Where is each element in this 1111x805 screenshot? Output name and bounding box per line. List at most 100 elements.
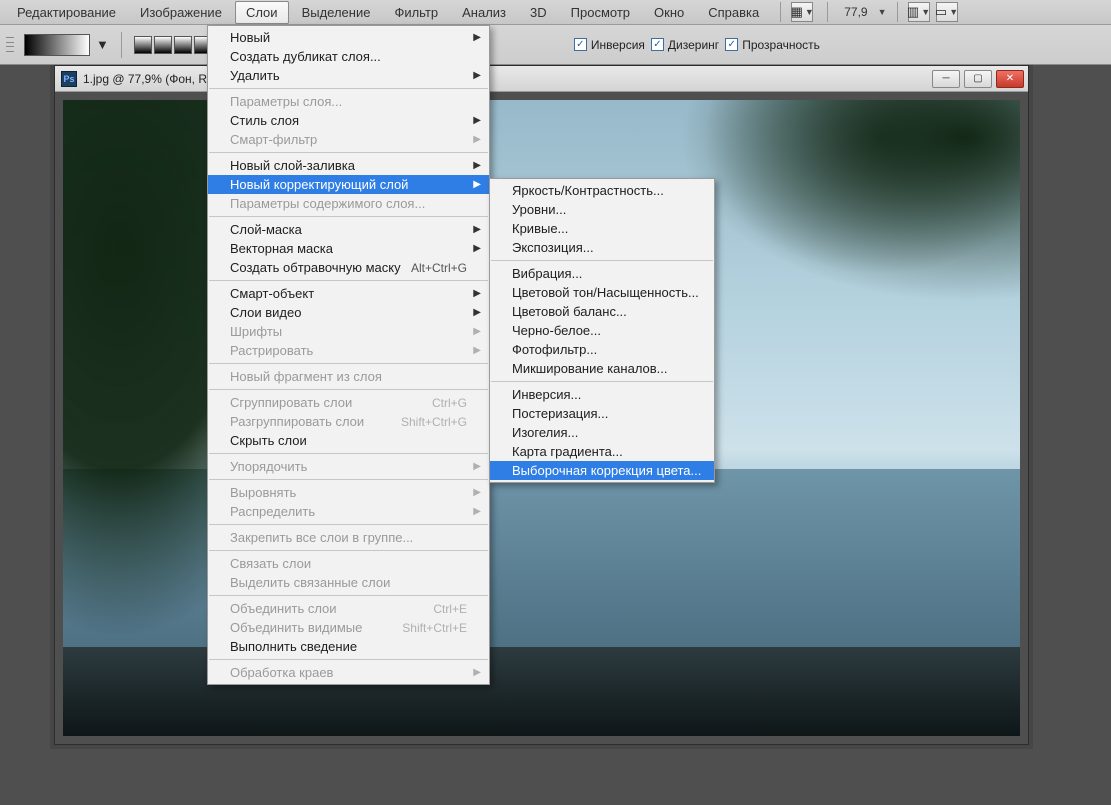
gradient-radial[interactable] xyxy=(154,36,172,54)
menu-item-label: Карта градиента... xyxy=(512,444,623,459)
chevron-down-icon[interactable]: ▼ xyxy=(96,37,109,52)
adjustment-menu-item[interactable]: Выборочная коррекция цвета... xyxy=(490,461,714,480)
layers-menu-item: Выделить связанные слои xyxy=(208,573,489,592)
layers-menu-item: Растрировать▶ xyxy=(208,341,489,360)
menu-shortcut: Shift+Ctrl+E xyxy=(402,621,467,635)
menu-item-label: Слой-маска xyxy=(230,222,302,237)
submenu-arrow-icon: ▶ xyxy=(473,179,481,190)
layers-menu-item: Шрифты▶ xyxy=(208,322,489,341)
minimize-button[interactable]: ─ xyxy=(932,70,960,88)
menu-item-label: Вибрация... xyxy=(512,266,582,281)
layers-menu-item: Смарт-фильтр▶ xyxy=(208,130,489,149)
gradient-linear[interactable] xyxy=(134,36,152,54)
dithering-checkbox[interactable]: ✓Дизеринг xyxy=(651,38,719,52)
adjustment-menu-item[interactable]: Изогелия... xyxy=(490,423,714,442)
menu-item-label: Объединить слои xyxy=(230,601,337,616)
adjustment-menu-item[interactable]: Черно-белое... xyxy=(490,321,714,340)
layers-menu-item[interactable]: Новый корректирующий слой▶ xyxy=(208,175,489,194)
menu-view[interactable]: Просмотр xyxy=(560,1,641,24)
screen-mode-icon[interactable]: ▦▼ xyxy=(791,2,813,22)
layers-menu-item: Объединить слоиCtrl+E xyxy=(208,599,489,618)
menu-selection[interactable]: Выделение xyxy=(291,1,382,24)
menu-item-label: Векторная маска xyxy=(230,241,333,256)
menu-edit[interactable]: Редактирование xyxy=(6,1,127,24)
adjustment-menu-item[interactable]: Инверсия... xyxy=(490,385,714,404)
layers-menu-item[interactable]: Новый▶ xyxy=(208,28,489,47)
document-titlebar[interactable]: Ps 1.jpg @ 77,9% (Фон, R ─ ▢ ✕ xyxy=(55,66,1028,92)
layers-menu-item[interactable]: Слой-маска▶ xyxy=(208,220,489,239)
menu-item-label: Новый фрагмент из слоя xyxy=(230,369,382,384)
inversion-label: Инверсия xyxy=(591,38,645,52)
ps-icon: Ps xyxy=(61,71,77,87)
layers-menu-item[interactable]: Скрыть слои xyxy=(208,431,489,450)
menu-item-label: Закрепить все слои в группе... xyxy=(230,530,413,545)
menu-item-label: Яркость/Контрастность... xyxy=(512,183,664,198)
menu-item-label: Выровнять xyxy=(230,485,296,500)
layers-menu-item: Сгруппировать слоиCtrl+G xyxy=(208,393,489,412)
adjustment-menu-item[interactable]: Вибрация... xyxy=(490,264,714,283)
layers-menu-item[interactable]: Новый слой-заливка▶ xyxy=(208,156,489,175)
adjustment-menu-item[interactable]: Цветовой баланс... xyxy=(490,302,714,321)
layers-menu-item: Объединить видимые Shift+Ctrl+E xyxy=(208,618,489,637)
submenu-arrow-icon: ▶ xyxy=(473,160,481,171)
layers-menu-item[interactable]: Создать дубликат слоя... xyxy=(208,47,489,66)
menu-analysis[interactable]: Анализ xyxy=(451,1,517,24)
layers-menu-item[interactable]: Смарт-объект▶ xyxy=(208,284,489,303)
submenu-arrow-icon: ▶ xyxy=(473,115,481,126)
menu-help[interactable]: Справка xyxy=(697,1,770,24)
menu-separator xyxy=(491,381,713,382)
transparency-checkbox[interactable]: ✓Прозрачность xyxy=(725,38,820,52)
adjustment-menu-item[interactable]: Фотофильтр... xyxy=(490,340,714,359)
layers-menu-item[interactable]: Векторная маска▶ xyxy=(208,239,489,258)
menu-item-label: Объединить видимые xyxy=(230,620,362,635)
submenu-arrow-icon: ▶ xyxy=(473,134,481,145)
close-button[interactable]: ✕ xyxy=(996,70,1024,88)
menu-item-label: Параметры содержимого слоя... xyxy=(230,196,425,211)
menu-3d[interactable]: 3D xyxy=(519,1,558,24)
layers-menu-item[interactable]: Стиль слоя ▶ xyxy=(208,111,489,130)
zoom-value[interactable]: 77,9 xyxy=(838,5,873,19)
submenu-arrow-icon: ▶ xyxy=(473,487,481,498)
menu-item-label: Связать слои xyxy=(230,556,311,571)
menu-item-label: Постеризация... xyxy=(512,406,608,421)
separator xyxy=(827,2,828,22)
grabber-icon[interactable] xyxy=(6,32,14,58)
dithering-label: Дизеринг xyxy=(668,38,719,52)
gradient-angle[interactable] xyxy=(174,36,192,54)
menu-window[interactable]: Окно xyxy=(643,1,695,24)
layers-menu-item[interactable]: Создать обтравочную маскуAlt+Ctrl+G xyxy=(208,258,489,277)
menu-item-label: Стиль слоя xyxy=(230,113,299,128)
gradient-swatch[interactable] xyxy=(24,34,90,56)
submenu-arrow-icon: ▶ xyxy=(473,461,481,472)
menu-item-label: Сгруппировать слои xyxy=(230,395,352,410)
adjustment-menu-item[interactable]: Экспозиция... xyxy=(490,238,714,257)
layers-menu-item[interactable]: Выполнить сведение xyxy=(208,637,489,656)
layers-menu-item: Параметры слоя... xyxy=(208,92,489,111)
menu-separator xyxy=(491,260,713,261)
menu-filter[interactable]: Фильтр xyxy=(383,1,449,24)
adjustment-menu-item[interactable]: Цветовой тон/Насыщенность... xyxy=(490,283,714,302)
layers-menu-item: Новый фрагмент из слоя xyxy=(208,367,489,386)
menu-item-label: Цветовой тон/Насыщенность... xyxy=(512,285,699,300)
menu-separator xyxy=(209,216,488,217)
adjustment-menu-item[interactable]: Уровни... xyxy=(490,200,714,219)
workspace-icon[interactable]: ▭▼ xyxy=(936,2,958,22)
menu-image[interactable]: Изображение xyxy=(129,1,233,24)
adjustment-menu-item[interactable]: Яркость/Контрастность... xyxy=(490,181,714,200)
layers-menu-item[interactable]: Удалить▶ xyxy=(208,66,489,85)
adjustment-menu-item[interactable]: Постеризация... xyxy=(490,404,714,423)
menu-separator xyxy=(209,550,488,551)
adjustment-menu-item[interactable]: Кривые... xyxy=(490,219,714,238)
arrange-icon[interactable]: ▥▼ xyxy=(908,2,930,22)
layers-menu-item[interactable]: Слои видео▶ xyxy=(208,303,489,322)
chevron-down-icon[interactable]: ▼ xyxy=(876,7,887,17)
menu-layers[interactable]: Слои xyxy=(235,1,289,24)
adjustment-menu-item[interactable]: Микширование каналов... xyxy=(490,359,714,378)
layers-menu: Новый▶Создать дубликат слоя...Удалить▶ Па… xyxy=(207,25,490,685)
submenu-arrow-icon: ▶ xyxy=(473,326,481,337)
inversion-checkbox[interactable]: ✓Инверсия xyxy=(574,38,645,52)
adjustment-menu-item[interactable]: Карта градиента... xyxy=(490,442,714,461)
layers-menu-item: Связать слои xyxy=(208,554,489,573)
menu-item-label: Обработка краев xyxy=(230,665,333,680)
maximize-button[interactable]: ▢ xyxy=(964,70,992,88)
